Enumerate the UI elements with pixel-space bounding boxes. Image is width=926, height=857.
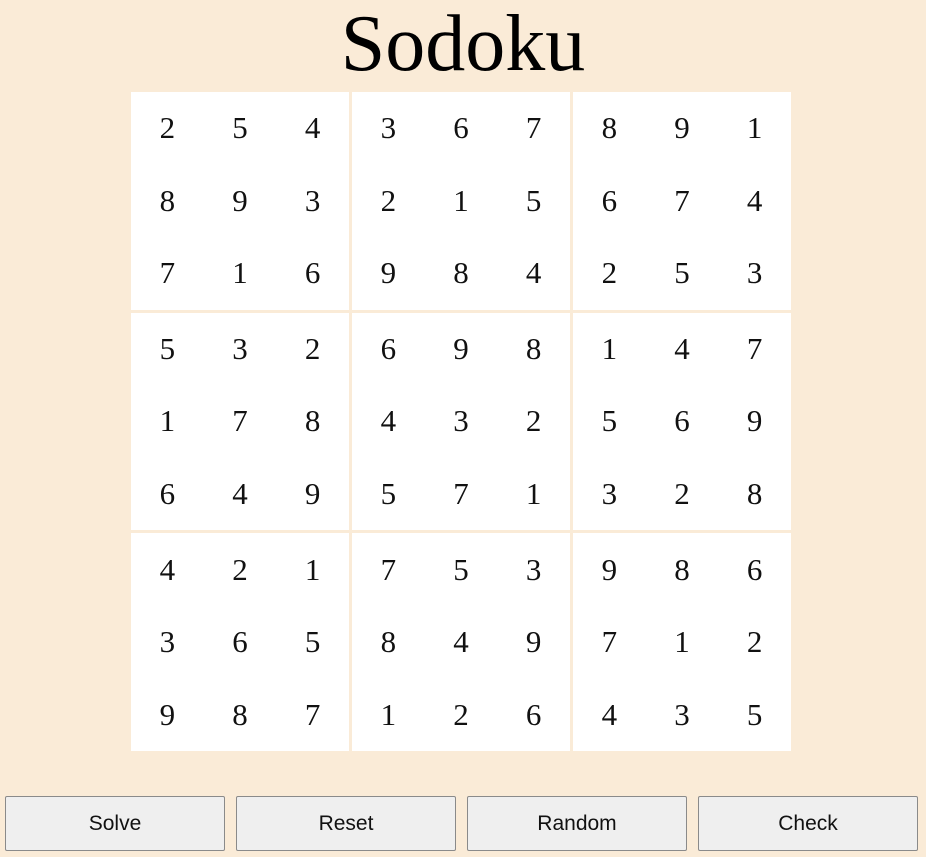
sudoku-cell[interactable]: 5 [497, 165, 570, 238]
sudoku-cell[interactable]: 3 [573, 458, 646, 531]
sudoku-cell[interactable]: 3 [646, 678, 719, 751]
sudoku-cell[interactable]: 2 [276, 313, 349, 386]
sudoku-cell[interactable]: 5 [131, 313, 204, 386]
page-title: Sodoku [340, 0, 586, 88]
sudoku-cell[interactable]: 6 [425, 92, 498, 165]
sudoku-cell[interactable]: 8 [425, 237, 498, 310]
sudoku-cell[interactable]: 9 [204, 165, 277, 238]
sudoku-cell[interactable]: 8 [646, 533, 719, 606]
sudoku-box: 254893716 [131, 92, 349, 310]
sudoku-cell[interactable]: 8 [204, 678, 277, 751]
sudoku-cell[interactable]: 3 [425, 385, 498, 458]
sudoku-cell[interactable]: 5 [352, 458, 425, 531]
sudoku-cell[interactable]: 4 [352, 385, 425, 458]
sudoku-cell[interactable]: 2 [573, 237, 646, 310]
sudoku-cell[interactable]: 7 [276, 678, 349, 751]
sudoku-cell[interactable]: 6 [573, 165, 646, 238]
sudoku-cell[interactable]: 3 [131, 606, 204, 679]
sudoku-cell[interactable]: 5 [646, 237, 719, 310]
check-button[interactable]: Check [698, 796, 918, 851]
sudoku-cell[interactable]: 7 [646, 165, 719, 238]
sudoku-cell[interactable]: 9 [131, 678, 204, 751]
sudoku-box: 986712435 [573, 533, 791, 751]
sudoku-cell[interactable]: 8 [573, 92, 646, 165]
sudoku-cell[interactable]: 5 [276, 606, 349, 679]
sudoku-cell[interactable]: 4 [276, 92, 349, 165]
sudoku-box: 891674253 [573, 92, 791, 310]
sudoku-cell[interactable]: 6 [352, 313, 425, 386]
sudoku-cell[interactable]: 4 [131, 533, 204, 606]
sudoku-cell[interactable]: 2 [646, 458, 719, 531]
sudoku-cell[interactable]: 1 [131, 385, 204, 458]
sudoku-cell[interactable]: 3 [497, 533, 570, 606]
sudoku-box: 753849126 [352, 533, 570, 751]
sudoku-cell[interactable]: 8 [497, 313, 570, 386]
sudoku-cell[interactable]: 3 [718, 237, 791, 310]
sudoku-cell[interactable]: 1 [276, 533, 349, 606]
sudoku-cell[interactable]: 7 [425, 458, 498, 531]
reset-button[interactable]: Reset [236, 796, 456, 851]
sudoku-cell[interactable]: 4 [497, 237, 570, 310]
sudoku-cell[interactable]: 2 [131, 92, 204, 165]
sudoku-cell[interactable]: 3 [276, 165, 349, 238]
sudoku-cell[interactable]: 9 [352, 237, 425, 310]
sudoku-box: 698432571 [352, 312, 570, 531]
sudoku-box: 367215984 [352, 92, 570, 310]
sudoku-cell[interactable]: 5 [573, 385, 646, 458]
sudoku-cell[interactable]: 9 [497, 606, 570, 679]
sudoku-cell[interactable]: 1 [352, 678, 425, 751]
sudoku-cell[interactable]: 4 [646, 313, 719, 386]
sudoku-cell[interactable]: 6 [276, 237, 349, 310]
sudoku-cell[interactable]: 4 [204, 458, 277, 531]
sudoku-cell[interactable]: 9 [646, 92, 719, 165]
sudoku-box: 421365987 [131, 533, 349, 751]
sudoku-cell[interactable]: 6 [718, 533, 791, 606]
sudoku-cell[interactable]: 8 [131, 165, 204, 238]
sudoku-cell[interactable]: 1 [718, 92, 791, 165]
sudoku-cell[interactable]: 1 [573, 313, 646, 386]
solve-button[interactable]: Solve [5, 796, 225, 851]
sudoku-cell[interactable]: 8 [276, 385, 349, 458]
sudoku-board: 2548937163672159848916742535321786496984… [131, 92, 791, 751]
sudoku-cell[interactable]: 9 [718, 385, 791, 458]
sudoku-cell[interactable]: 7 [573, 606, 646, 679]
sudoku-cell[interactable]: 8 [352, 606, 425, 679]
sudoku-cell[interactable]: 5 [718, 678, 791, 751]
sudoku-cell[interactable]: 2 [204, 533, 277, 606]
sudoku-cell[interactable]: 1 [646, 606, 719, 679]
sudoku-cell[interactable]: 1 [204, 237, 277, 310]
sudoku-cell[interactable]: 1 [497, 458, 570, 531]
sudoku-cell[interactable]: 4 [573, 678, 646, 751]
sudoku-cell[interactable]: 7 [497, 92, 570, 165]
sudoku-cell[interactable]: 7 [718, 313, 791, 386]
sudoku-cell[interactable]: 2 [497, 385, 570, 458]
sudoku-cell[interactable]: 1 [425, 165, 498, 238]
sudoku-cell[interactable]: 9 [573, 533, 646, 606]
sudoku-cell[interactable]: 5 [425, 533, 498, 606]
sudoku-cell[interactable]: 7 [352, 533, 425, 606]
sudoku-cell[interactable]: 9 [276, 458, 349, 531]
sudoku-box: 147569328 [573, 312, 791, 531]
sudoku-cell[interactable]: 2 [718, 606, 791, 679]
sudoku-cell[interactable]: 4 [425, 606, 498, 679]
sudoku-cell[interactable]: 7 [131, 237, 204, 310]
sudoku-cell[interactable]: 6 [204, 606, 277, 679]
controls-bar: Solve Reset Random Check [0, 796, 926, 851]
sudoku-cell[interactable]: 4 [718, 165, 791, 238]
sudoku-cell[interactable]: 7 [204, 385, 277, 458]
sudoku-cell[interactable]: 6 [497, 678, 570, 751]
sudoku-cell[interactable]: 5 [204, 92, 277, 165]
sudoku-cell[interactable]: 3 [352, 92, 425, 165]
sudoku-cell[interactable]: 6 [131, 458, 204, 531]
sudoku-cell[interactable]: 2 [425, 678, 498, 751]
sudoku-cell[interactable]: 9 [425, 313, 498, 386]
sudoku-cell[interactable]: 3 [204, 313, 277, 386]
sudoku-cell[interactable]: 2 [352, 165, 425, 238]
sudoku-cell[interactable]: 8 [718, 458, 791, 531]
sudoku-box: 532178649 [131, 312, 349, 531]
random-button[interactable]: Random [467, 796, 687, 851]
sudoku-cell[interactable]: 6 [646, 385, 719, 458]
